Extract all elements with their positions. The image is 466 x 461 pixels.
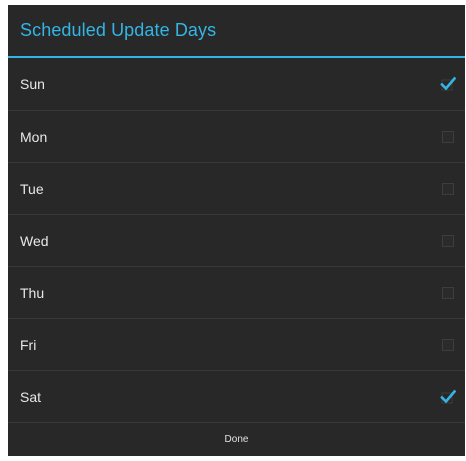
day-row-mon[interactable]: Mon (8, 110, 465, 162)
checkbox-unchecked-icon[interactable] (442, 130, 454, 143)
day-row-tue[interactable]: Tue (8, 162, 465, 214)
dialog-header: Scheduled Update Days (8, 5, 465, 57)
checkbox-unchecked-icon[interactable] (442, 338, 454, 351)
day-row-thu[interactable]: Thu (8, 266, 465, 318)
day-label: Tue (20, 180, 44, 197)
day-label: Fri (20, 336, 37, 353)
day-label: Wed (20, 232, 49, 249)
day-label: Sun (20, 76, 45, 92)
day-row-fri[interactable]: Fri (8, 318, 465, 370)
day-row-wed[interactable]: Wed (8, 214, 465, 266)
checkbox-unchecked-icon[interactable] (442, 234, 454, 247)
checkbox-checked-icon[interactable] (440, 389, 456, 405)
day-label: Sat (20, 388, 42, 405)
done-button[interactable]: Done (8, 423, 465, 456)
day-label: Mon (20, 128, 48, 145)
day-list: Sun Mon Tue Wed Thu Fri Sat (8, 58, 465, 422)
day-label: Thu (20, 284, 45, 301)
scheduled-update-days-dialog: Scheduled Update Days Sun Mon Tue Wed Thu Fri… (8, 5, 465, 456)
checkbox-unchecked-icon[interactable] (442, 182, 454, 195)
checkbox-unchecked-icon[interactable] (442, 286, 454, 299)
day-row-sun[interactable]: Sun (8, 58, 465, 110)
day-row-sat[interactable]: Sat (8, 370, 465, 422)
dialog-title: Scheduled Update Days (20, 20, 217, 40)
checkbox-checked-icon[interactable] (440, 76, 456, 92)
